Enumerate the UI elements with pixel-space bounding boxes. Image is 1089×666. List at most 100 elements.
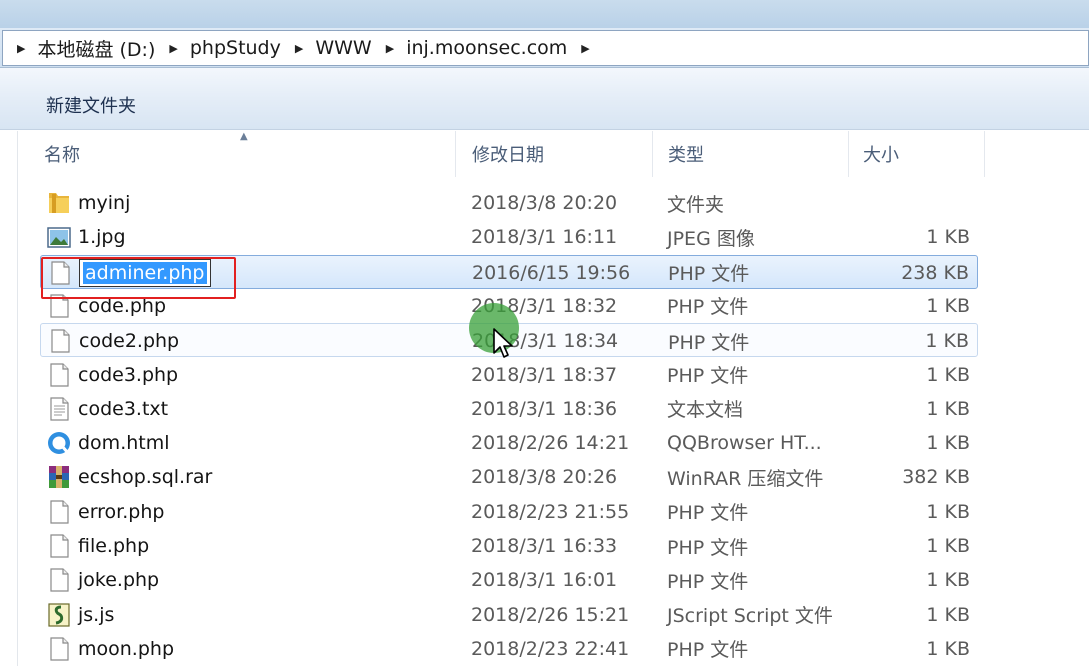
breadcrumb[interactable]: ▶ 本地磁盘 (D:) ▶ phpStudy ▶ WWW ▶ inj.moons… [2,30,1089,66]
column-date-label: 修改日期 [472,145,544,166]
file-row-moon-php[interactable]: moon.php 2018/2/23 22:41 PHP 文件 1 KB [40,632,978,666]
file-date: 2018/3/1 18:36 [471,397,618,420]
breadcrumb-site-folder[interactable]: inj.moonsec.com [406,37,567,59]
breadcrumb-separator-icon[interactable]: ▶ [295,42,303,55]
text-file-icon [46,396,72,422]
file-name: code3.txt [78,397,169,420]
file-name: file.php [78,535,150,557]
column-header-type[interactable]: 类型 [653,131,849,177]
file-size: 1 KB [926,500,970,523]
file-type: PHP 文件 [667,502,749,525]
file-size: 1 KB [926,432,970,455]
file-type: JScript Script 文件 [667,605,833,628]
command-toolbar: 新建文件夹 [0,68,1089,130]
file-row-myinj[interactable]: myinj 2018/3/8 20:20 文件夹 [40,186,978,220]
file-type: PHP 文件 [667,296,749,319]
file-size: 1 KB [926,603,970,626]
highlight-annotation-box [41,257,236,299]
file-size: 382 KB [902,466,970,489]
window-title-bar [0,0,1089,28]
file-row-file-php[interactable]: file.php 2018/3/1 16:33 PHP 文件 1 KB [40,529,978,563]
breadcrumb-separator-icon[interactable]: ▶ [581,42,589,55]
address-bar: ▶ 本地磁盘 (D:) ▶ phpStudy ▶ WWW ▶ inj.moons… [0,28,1089,68]
mouse-pointer-icon [493,328,513,358]
file-row-dom-html[interactable]: dom.html 2018/2/26 14:21 QQBrowser HT... 1 … [40,426,978,460]
file-type: PHP 文件 [667,536,749,559]
column-header: 名称 ▲ 修改日期 类型 大小 [18,131,985,177]
file-row-joke-php[interactable]: joke.php 2018/3/1 16:01 PHP 文件 1 KB [40,563,978,597]
column-name-label: 名称 [44,145,80,166]
column-type-label: 类型 [668,145,704,166]
file-date: 2018/3/1 16:33 [471,535,618,557]
file-type: PHP 文件 [667,365,749,387]
file-name: code3.php [78,363,179,386]
file-date: 2018/2/26 15:21 [471,603,630,626]
file-name: ecshop.sql.rar [78,466,213,489]
file-size: 238 KB [901,261,969,284]
folder-icon [46,190,72,216]
file-name: moon.php [78,637,175,660]
file-size: 1 KB [926,535,970,557]
blank-file-icon [46,533,72,559]
column-header-size[interactable]: 大小 [849,131,985,177]
file-row-error-php[interactable]: error.php 2018/2/23 21:55 PHP 文件 1 KB [40,495,978,529]
file-date: 2018/3/1 16:11 [471,226,618,249]
breadcrumb-separator-icon[interactable]: ▶ [169,42,177,55]
file-date: 2018/3/8 20:20 [471,192,618,214]
file-size: 1 KB [926,637,970,660]
column-header-name[interactable]: 名称 ▲ [18,131,456,177]
file-name: code2.php [79,330,180,353]
file-size: 1 KB [926,294,970,317]
file-name: dom.html [78,432,170,455]
image-file-icon [46,224,72,250]
file-size: 1 KB [926,363,970,386]
file-date: 2016/6/15 19:56 [472,261,631,284]
file-date: 2018/3/8 20:26 [471,466,618,489]
blank-file-icon [47,328,73,354]
browser-file-icon [46,430,72,456]
file-row-code3-php[interactable]: code3.php 2018/3/1 18:37 PHP 文件 1 KB [40,358,978,392]
file-row-code3-txt[interactable]: code3.txt 2018/3/1 18:36 文本文档 1 KB [40,392,978,426]
column-header-date[interactable]: 修改日期 [456,131,653,177]
file-type: PHP 文件 [668,263,750,286]
file-date: 2018/3/1 16:01 [471,569,618,592]
column-size-label: 大小 [863,145,899,166]
breadcrumb-drive[interactable]: 本地磁盘 (D:) [37,35,155,62]
breadcrumb-separator-icon[interactable]: ▶ [17,42,25,55]
file-type: PHP 文件 [667,570,749,593]
file-name: 1.jpg [78,226,126,249]
file-date: 2018/2/26 14:21 [471,432,630,455]
new-folder-button[interactable]: 新建文件夹 [46,92,136,118]
file-name: myinj [78,192,131,214]
file-type: 文本文档 [667,399,744,422]
file-size: 1 KB [926,569,970,592]
file-row-js-js[interactable]: js.js 2018/2/26 15:21 JScript Script 文件 1 K… [40,598,978,632]
file-type: PHP 文件 [667,639,749,662]
script-file-icon [46,602,72,628]
file-date: 2018/3/1 18:37 [471,363,618,386]
file-name: js.js [78,603,115,626]
breadcrumb-separator-icon[interactable]: ▶ [386,42,394,55]
breadcrumb-www[interactable]: WWW [315,37,371,59]
file-row-1-jpg[interactable]: 1.jpg 2018/3/1 16:11 JPEG 图像 1 KB [40,220,978,254]
file-row-ecshop-sql-rar[interactable]: ecshop.sql.rar 2018/3/8 20:26 WinRAR 压缩文件 3… [40,460,978,494]
file-size: 1 KB [926,226,970,249]
blank-file-icon [46,362,72,388]
sort-ascending-icon: ▲ [240,131,248,142]
file-name: error.php [78,500,165,523]
winrar-file-icon [46,464,72,490]
file-type: QQBrowser HT... [667,432,822,455]
blank-file-icon [46,499,72,525]
file-type: WinRAR 压缩文件 [667,467,824,490]
file-date: 2018/2/23 21:55 [471,500,630,523]
blank-file-icon [46,567,72,593]
file-type: 文件夹 [667,193,725,216]
file-type: JPEG 图像 [667,227,755,250]
breadcrumb-phpstudy[interactable]: phpStudy [190,37,281,59]
file-type: PHP 文件 [668,331,750,354]
file-date: 2018/2/23 22:41 [471,637,630,660]
file-size: 1 KB [925,330,969,353]
blank-file-icon [46,636,72,662]
file-size: 1 KB [926,397,970,420]
file-name: joke.php [78,569,160,592]
